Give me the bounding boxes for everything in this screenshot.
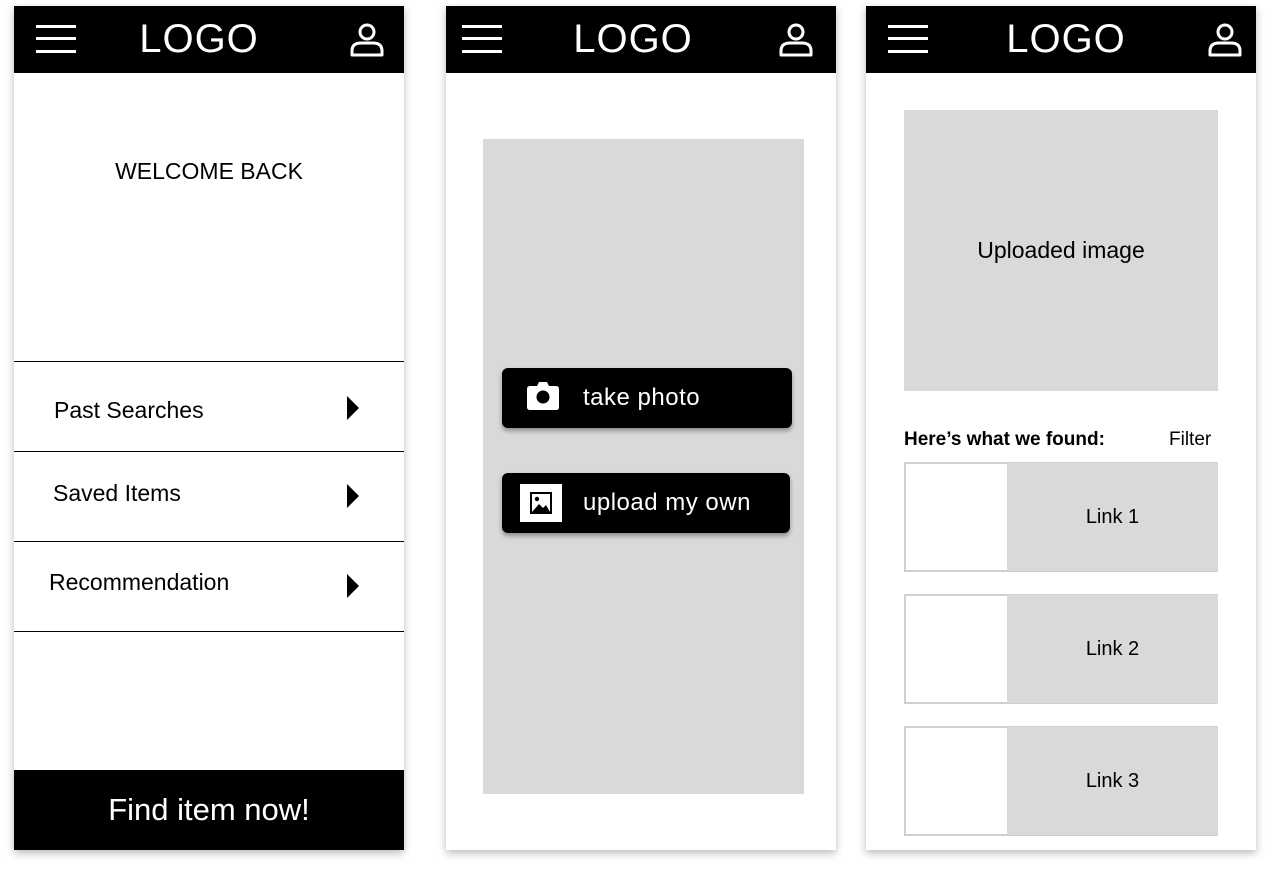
menu-item-label: Recommendation (49, 569, 230, 595)
camera-viewfinder (483, 139, 804, 794)
results-heading: Here’s what we found: (904, 429, 1105, 450)
logo: LOGO (1006, 17, 1126, 61)
take-photo-label: take photo (583, 384, 701, 411)
user-icon[interactable] (349, 21, 385, 57)
image-icon (520, 484, 562, 522)
camera-icon (527, 382, 559, 410)
menu-item-saved-items[interactable]: Saved Items (14, 451, 404, 541)
result-link[interactable]: Link 2 (1007, 595, 1218, 703)
results-screen: LOGO Uploaded image Here’s what we found… (866, 6, 1256, 850)
menu-list: Past Searches Saved Items Recommendation (14, 361, 404, 632)
user-icon[interactable] (1207, 21, 1243, 57)
filter-button[interactable]: Filter (1169, 429, 1211, 451)
menu-item-past-searches[interactable]: Past Searches (14, 361, 404, 451)
upload-my-own-label: upload my own (583, 489, 751, 516)
hamburger-menu-icon[interactable] (36, 25, 76, 53)
result-card[interactable]: Link 1 (904, 462, 1218, 572)
take-photo-button[interactable]: take photo (502, 368, 792, 428)
menu-item-recommendation[interactable]: Recommendation (14, 541, 404, 632)
logo: LOGO (139, 17, 259, 61)
find-item-button[interactable]: Find item now! (14, 770, 404, 850)
result-card[interactable]: Link 3 (904, 726, 1218, 836)
chevron-right-icon (347, 396, 359, 420)
top-bar: LOGO (866, 6, 1256, 73)
user-icon[interactable] (778, 21, 814, 57)
result-thumbnail (906, 596, 1007, 702)
result-thumbnail (906, 728, 1007, 834)
top-bar: LOGO (14, 6, 404, 73)
hamburger-menu-icon[interactable] (888, 25, 928, 53)
menu-item-label: Past Searches (54, 397, 204, 423)
result-link[interactable]: Link 3 (1007, 727, 1218, 835)
welcome-heading: WELCOME BACK (115, 158, 303, 184)
chevron-right-icon (347, 484, 359, 508)
home-screen: LOGO WELCOME BACK Past Searches Saved It… (14, 6, 404, 850)
result-card[interactable]: Link 2 (904, 594, 1218, 704)
chevron-right-icon (347, 574, 359, 598)
logo: LOGO (573, 17, 693, 61)
uploaded-image-preview: Uploaded image (904, 110, 1218, 391)
result-thumbnail (906, 464, 1007, 570)
upload-my-own-button[interactable]: upload my own (502, 473, 790, 533)
capture-screen: LOGO take photo upload my own (446, 6, 836, 850)
hamburger-menu-icon[interactable] (462, 25, 502, 53)
menu-item-label: Saved Items (53, 480, 181, 506)
top-bar: LOGO (446, 6, 836, 73)
result-link[interactable]: Link 1 (1007, 463, 1218, 571)
